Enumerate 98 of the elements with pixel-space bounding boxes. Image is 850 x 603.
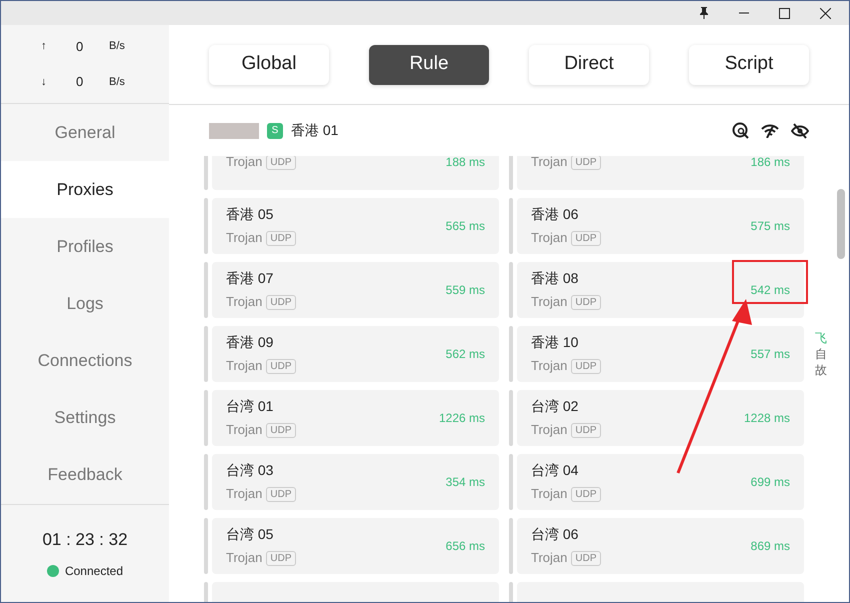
latency: 699 ms [750, 474, 790, 491]
latency: 542 ms [750, 282, 790, 299]
proxy-name: 香港 07 [226, 269, 274, 288]
proxy-name: 台湾 06 [531, 525, 580, 544]
proxy-card[interactable]: 台湾 01 Trojan UDP 1226 ms [212, 390, 499, 446]
proxy-type: Trojan [226, 421, 262, 440]
latency: 354 ms [446, 474, 485, 491]
proxy-card[interactable]: 香港 09 Trojan UDP 562 ms [212, 326, 499, 382]
nav-item[interactable]: Connections [1, 332, 169, 389]
scrollbar-thumb[interactable] [837, 189, 845, 259]
proxy-card[interactable]: 台湾 03 Trojan UDP 354 ms [212, 454, 499, 510]
proxy-type: Trojan [531, 293, 568, 312]
proxy-type: Trojan [226, 229, 262, 248]
udp-tag: UDP [266, 230, 296, 246]
udp-tag: UDP [571, 294, 600, 310]
proxy-name: 香港 10 [531, 333, 580, 352]
latency: 1226 ms [438, 410, 485, 427]
latency: 188 ms [446, 156, 485, 171]
pin-icon[interactable] [699, 7, 709, 19]
proxy-card[interactable]: 台湾 05 Trojan UDP 656 ms [212, 518, 499, 574]
proxy-name: 台湾 05 [226, 525, 274, 544]
side-character: 自 [815, 347, 827, 361]
proxy-type: Trojan [226, 293, 262, 312]
proxy-type: Trojan [226, 357, 262, 376]
proxy-card[interactable]: 台湾 02 Trojan UDP 1228 ms [517, 390, 804, 446]
proxy-type: Trojan [226, 156, 262, 172]
latency: 565 ms [446, 218, 485, 235]
proxy-card[interactable]: 香港 07 Trojan UDP 559 ms [212, 262, 499, 318]
proxy-type: Trojan [226, 549, 262, 568]
speed-value: 0 [76, 38, 84, 56]
proxy-type: Trojan [226, 485, 262, 504]
udp-tag: UDP [266, 156, 296, 170]
proxy-name: 台湾 01 [226, 397, 274, 416]
nav-item[interactable]: Logs [1, 275, 169, 332]
speed-unit: B/s [109, 74, 125, 90]
udp-tag: UDP [571, 486, 600, 502]
speed-arrow: ↓ [41, 74, 48, 90]
udp-tag: UDP [571, 156, 600, 170]
udp-tag: UDP [571, 422, 600, 438]
proxy-card[interactable]: 香港 06 Trojan UDP 575 ms [517, 198, 804, 254]
proxy-type: Trojan [531, 357, 568, 376]
proxy-card[interactable]: 香港 10 Trojan UDP 557 ms [517, 326, 804, 382]
proxy-type: Trojan [531, 421, 568, 440]
speed-unit: B/s [109, 39, 125, 54]
latency: 557 ms [750, 346, 790, 363]
side-character: 故 [815, 363, 827, 377]
udp-tag: UDP [266, 294, 296, 310]
proxy-type: Trojan [531, 156, 568, 172]
latency: 559 ms [446, 282, 485, 299]
search-icon[interactable] [732, 122, 749, 139]
proxy-type: Trojan [531, 485, 568, 504]
nav-item[interactable]: Profiles [1, 218, 169, 275]
udp-tag: UDP [266, 358, 296, 374]
speed-arrow: ↑ [41, 39, 48, 54]
group-name: 香港 01 [291, 121, 338, 140]
udp-tag: UDP [266, 486, 296, 502]
timer: 01 : 23 : 32 [42, 528, 128, 551]
udp-tag: UDP [571, 358, 600, 374]
mode-button[interactable]: Rule [369, 44, 489, 84]
proxy-name: 香港 08 [531, 269, 580, 288]
nav-item[interactable]: General [1, 104, 169, 161]
mode-button[interactable]: Script [689, 44, 809, 84]
speed-value: 0 [76, 73, 84, 91]
eye-slash-icon[interactable] [791, 122, 809, 138]
proxy-name: 香港 09 [226, 333, 274, 352]
nav-item[interactable]: Proxies [1, 161, 169, 218]
proxy-type: Trojan [531, 549, 568, 568]
proxy-card[interactable]: 台湾 06 Trojan UDP 869 ms [517, 518, 804, 574]
close-icon[interactable] [820, 8, 831, 18]
udp-tag: UDP [571, 230, 600, 246]
mode-button[interactable]: Direct [529, 44, 649, 84]
udp-tag: UDP [266, 422, 296, 438]
proxy-card[interactable]: 台湾 04 Trojan UDP 699 ms [517, 454, 804, 510]
latency: 562 ms [446, 346, 485, 363]
wifi-icon[interactable] [761, 124, 779, 138]
latency: 575 ms [750, 218, 790, 235]
udp-tag: UDP [266, 550, 296, 566]
proxy-name: 香港 06 [531, 205, 580, 224]
side-character: 飞 [815, 331, 827, 345]
proxy-name: 台湾 02 [531, 397, 580, 416]
latency: 869 ms [750, 538, 790, 555]
minimize-icon[interactable] [739, 12, 749, 14]
latency: 656 ms [446, 538, 485, 555]
proxy-name: 台湾 03 [226, 461, 274, 480]
proxy-card[interactable]: 香港 05 Trojan UDP 565 ms [212, 198, 499, 254]
proxy-name: 香港 05 [226, 205, 274, 224]
mode-button[interactable]: Global [209, 44, 329, 84]
status-label: Connected [64, 563, 124, 580]
nav-item[interactable]: Settings [1, 389, 169, 446]
group-badge: S [267, 122, 283, 138]
proxy-type: Trojan [531, 229, 568, 248]
nav-item[interactable]: Feedback [1, 446, 169, 503]
proxy-name: 台湾 04 [531, 461, 580, 480]
photo-placeholder [209, 122, 259, 138]
latency: 186 ms [750, 156, 790, 171]
maximize-icon[interactable] [779, 8, 790, 18]
latency: 1228 ms [744, 410, 790, 427]
udp-tag: UDP [571, 550, 600, 566]
